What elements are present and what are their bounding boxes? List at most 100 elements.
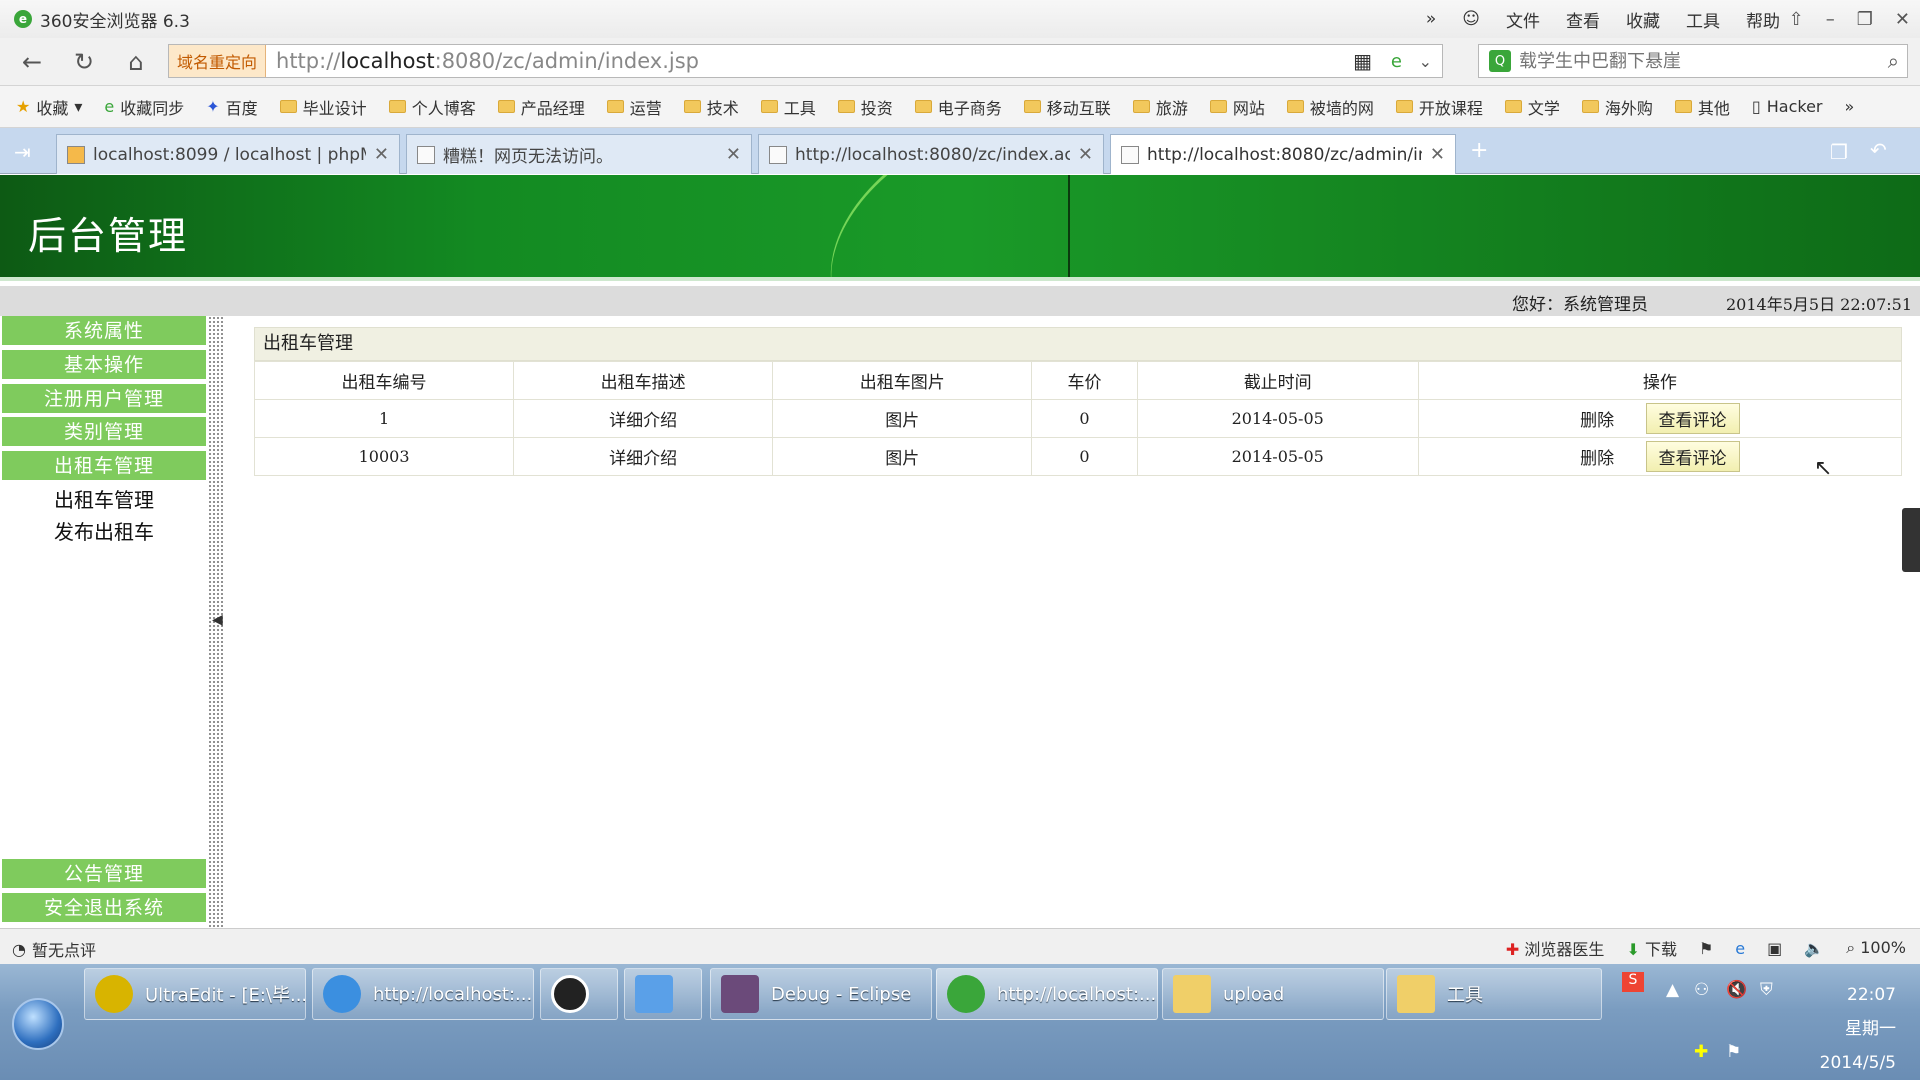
menu-favorites[interactable]: 收藏 — [1626, 7, 1660, 32]
chevron-down-icon[interactable]: ⌄ — [1419, 52, 1432, 71]
bookmark-folder[interactable]: 毕业设计 — [279, 95, 367, 119]
menu-help[interactable]: 帮助 — [1746, 7, 1780, 32]
restore-button[interactable]: ❐ — [1857, 9, 1873, 30]
sidebar-item-taxi-management[interactable]: 出租车管理 — [2, 451, 206, 482]
cell-image-link[interactable]: 图片 — [772, 399, 1033, 438]
bookmark-folder[interactable]: 被墙的网 — [1286, 95, 1374, 119]
undo-close-icon[interactable]: ↶ — [1870, 138, 1887, 162]
user-icon[interactable]: ☺ — [1462, 9, 1480, 29]
task-ie-localhost[interactable]: http://localhost:... — [312, 968, 534, 1020]
search-engine-icon[interactable]: Q — [1489, 50, 1511, 72]
double-chevron-icon[interactable]: » — [1426, 9, 1436, 29]
minimize-button[interactable]: – — [1826, 9, 1835, 30]
bookmark-folder[interactable]: 旅游 — [1132, 95, 1188, 119]
security-icon[interactable]: ⛨ — [1760, 980, 1773, 1000]
search-icon[interactable]: ⌕ — [1888, 49, 1899, 73]
task-360-localhost[interactable]: http://localhost:... — [936, 968, 1158, 1020]
delete-link[interactable]: 删除 — [1580, 449, 1614, 469]
redirect-badge[interactable]: 域名重定向 — [169, 45, 267, 77]
bookmark-sync[interactable]: e 收藏同步 — [104, 95, 184, 119]
cell-image-link[interactable]: 图片 — [772, 437, 1033, 476]
cell-desc-link[interactable]: 详细介绍 — [513, 399, 774, 438]
home-icon[interactable]: ⌂ — [120, 46, 152, 78]
bookmark-folder[interactable]: 文学 — [1504, 95, 1560, 119]
sidebar-item-system-properties[interactable]: 系统属性 — [2, 316, 206, 347]
tab-phpmyadmin[interactable]: localhost:8099 / localhost | phpM ✕ — [56, 134, 400, 174]
bookmark-hacker[interactable]: ▯ Hacker — [1752, 97, 1823, 116]
bookmark-folder[interactable]: 个人博客 — [388, 95, 476, 119]
menu-view[interactable]: 查看 — [1566, 7, 1600, 32]
close-window-button[interactable]: ✕ — [1895, 9, 1910, 30]
volume-icon[interactable]: 🔈 — [1804, 939, 1824, 958]
clock[interactable]: 22:07 星期一 2014/5/5 — [1820, 978, 1896, 1080]
menu-file[interactable]: 文件 — [1506, 7, 1540, 32]
bookmark-folder[interactable]: 运营 — [606, 95, 662, 119]
refresh-icon[interactable]: ↻ — [68, 46, 100, 78]
bookmark-folder[interactable]: 开放课程 — [1395, 95, 1483, 119]
task-ultraedit[interactable]: UltraEdit - [E:\毕... — [84, 968, 306, 1020]
search-box[interactable]: Q ⌕ — [1478, 44, 1908, 78]
screen-icon[interactable]: ▣ — [1767, 939, 1782, 958]
bookmark-favorites[interactable]: ★ 收藏 ▾ — [16, 95, 82, 119]
add-icon[interactable]: ✚ — [1694, 1042, 1708, 1062]
cell-desc-link[interactable]: 详细介绍 — [513, 437, 774, 476]
bookmark-folder[interactable]: 技术 — [683, 95, 739, 119]
delete-link[interactable]: 删除 — [1580, 411, 1614, 431]
search-input[interactable] — [1519, 50, 1849, 72]
no-comments-text[interactable]: 暂无点评 — [32, 937, 96, 961]
bookmark-folder[interactable]: 工具 — [760, 95, 816, 119]
show-hidden-icons[interactable]: ▲ — [1666, 980, 1679, 1000]
new-tab-button[interactable]: + — [1470, 138, 1488, 163]
flag-x-icon[interactable]: ⚑ — [1726, 1042, 1741, 1062]
start-button[interactable] — [12, 998, 64, 1050]
more-bookmarks-icon[interactable]: » — [1844, 97, 1854, 116]
sidebar-item-logout[interactable]: 安全退出系统 — [2, 893, 206, 924]
engine-icon[interactable]: e — [1391, 51, 1402, 72]
qr-code-icon[interactable]: ▦ — [1353, 49, 1372, 73]
restore-tabs-icon[interactable]: ❐ — [1830, 140, 1848, 164]
bookmark-folder[interactable]: 产品经理 — [497, 95, 585, 119]
close-tab-icon[interactable]: ✕ — [726, 144, 741, 165]
tab-admin-index[interactable]: http://localhost:8080/zc/admin/inc ✕ — [1110, 134, 1456, 174]
task-tools-folder[interactable]: 工具 — [1386, 968, 1602, 1020]
ie-icon[interactable]: e — [1735, 939, 1745, 958]
sidebar-toggle-icon[interactable]: ⇥ — [14, 140, 31, 164]
flag-icon[interactable]: ⚑ — [1699, 939, 1713, 958]
bookmark-folder[interactable]: 网站 — [1209, 95, 1265, 119]
task-upload-folder[interactable]: upload — [1162, 968, 1384, 1020]
mute-icon[interactable]: 🔇 — [1726, 980, 1747, 1000]
network-icon[interactable]: ⚇ — [1694, 980, 1709, 1000]
sidebar-subitem-publish-taxi[interactable]: 发布出租车 — [0, 516, 208, 545]
task-eclipse[interactable]: Debug - Eclipse — [710, 968, 932, 1020]
sidebar-item-announcements[interactable]: 公告管理 — [2, 859, 206, 890]
sidebar-item-category-management[interactable]: 类别管理 — [2, 417, 206, 448]
url-text[interactable]: http://localhost:8080/zc/admin/index.jsp — [276, 49, 699, 73]
close-tab-icon[interactable]: ✕ — [1078, 144, 1093, 165]
view-comments-button[interactable]: 查看评论 — [1645, 403, 1740, 434]
sidebar-item-basic-operations[interactable]: 基本操作 — [2, 350, 206, 381]
sidebar-item-user-management[interactable]: 注册用户管理 — [2, 384, 206, 415]
browser-doctor[interactable]: ✚ 浏览器医生 — [1506, 936, 1605, 960]
bookmark-folder[interactable]: 投资 — [837, 95, 893, 119]
close-tab-icon[interactable]: ✕ — [374, 144, 389, 165]
close-tab-icon[interactable]: ✕ — [1430, 144, 1445, 165]
side-panel-handle[interactable] — [1902, 508, 1920, 572]
bookmark-folder[interactable]: 移动互联 — [1023, 95, 1111, 119]
bookmark-folder[interactable]: 其他 — [1674, 95, 1730, 119]
bookmark-folder[interactable]: 海外购 — [1581, 95, 1653, 119]
back-arrow-icon[interactable]: ← — [16, 46, 48, 78]
zoom-control[interactable]: ⌕ 100% — [1846, 938, 1906, 958]
view-comments-button[interactable]: 查看评论 — [1645, 441, 1740, 472]
skin-icon[interactable]: ⇧ — [1789, 9, 1804, 30]
menu-tools[interactable]: 工具 — [1686, 7, 1720, 32]
task-qq[interactable] — [540, 968, 618, 1020]
collapse-sidebar-icon[interactable]: ◀ — [212, 612, 223, 628]
bookmark-baidu[interactable]: ✦ 百度 — [206, 95, 257, 119]
bookmark-folder[interactable]: 电子商务 — [914, 95, 1002, 119]
tab-error[interactable]: 糟糕！网页无法访问。 ✕ — [406, 134, 752, 174]
url-bar[interactable]: 域名重定向 http://localhost:8080/zc/admin/ind… — [168, 44, 1443, 78]
download-button[interactable]: ⬇ 下载 — [1626, 936, 1677, 960]
sidebar-subitem-taxi-management[interactable]: 出租车管理 — [0, 484, 208, 513]
task-remote[interactable] — [624, 968, 702, 1020]
sogou-ime-icon[interactable]: S — [1622, 972, 1644, 992]
